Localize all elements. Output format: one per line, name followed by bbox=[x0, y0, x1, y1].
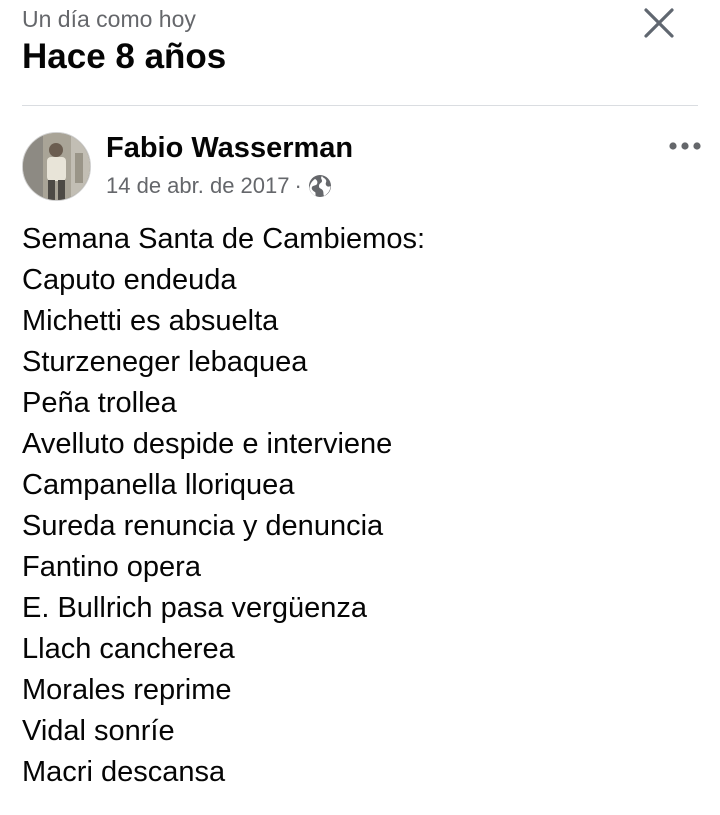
post-text-line: Vidal sonríe bbox=[22, 715, 175, 747]
memory-header: Un día como hoy Hace 8 años bbox=[22, 0, 720, 106]
post-text-line: Macri descansa bbox=[22, 756, 226, 788]
more-options-button[interactable] bbox=[668, 136, 702, 156]
avatar[interactable] bbox=[22, 132, 91, 201]
post-text-line: Peña trollea bbox=[22, 387, 177, 419]
post-date[interactable]: 14 de abr. de 2017 bbox=[106, 172, 290, 200]
close-button[interactable] bbox=[640, 4, 678, 42]
post-body: Semana Santa de Cambiemos: Caputo endeud… bbox=[22, 219, 698, 793]
globe-icon bbox=[307, 173, 333, 199]
post-text-line: Sturzeneger lebaquea bbox=[22, 346, 308, 378]
post-text-line: Caputo endeuda bbox=[22, 264, 237, 296]
header-divider bbox=[22, 105, 698, 106]
meta-separator: · bbox=[294, 173, 302, 198]
post-text-line: Campanella lloriquea bbox=[22, 469, 295, 501]
memory-title: Hace 8 años bbox=[22, 37, 227, 76]
post-text-line: Morales reprime bbox=[22, 674, 232, 706]
post-text-line: Sureda renuncia y denuncia bbox=[22, 510, 384, 542]
post-text-line: Llach cancherea bbox=[22, 633, 235, 665]
post-author-name[interactable]: Fabio Wasserman bbox=[106, 132, 353, 164]
post-text-line: E. Bullrich pasa vergüenza bbox=[22, 592, 367, 624]
close-icon bbox=[644, 8, 674, 38]
profile-photo bbox=[23, 133, 90, 200]
post-text-line: Avelluto despide e interviene bbox=[22, 428, 393, 460]
post-text-line: Semana Santa de Cambiemos: bbox=[22, 223, 425, 255]
post-meta: 14 de abr. de 2017 · bbox=[106, 172, 333, 200]
memory-subtitle: Un día como hoy bbox=[22, 6, 196, 32]
post-text-line: Michetti es absuelta bbox=[22, 305, 279, 337]
more-options-icon bbox=[669, 142, 701, 150]
post-header: Fabio Wasserman 14 de abr. de 2017 · bbox=[22, 132, 701, 202]
post-text-line: Fantino opera bbox=[22, 551, 201, 583]
